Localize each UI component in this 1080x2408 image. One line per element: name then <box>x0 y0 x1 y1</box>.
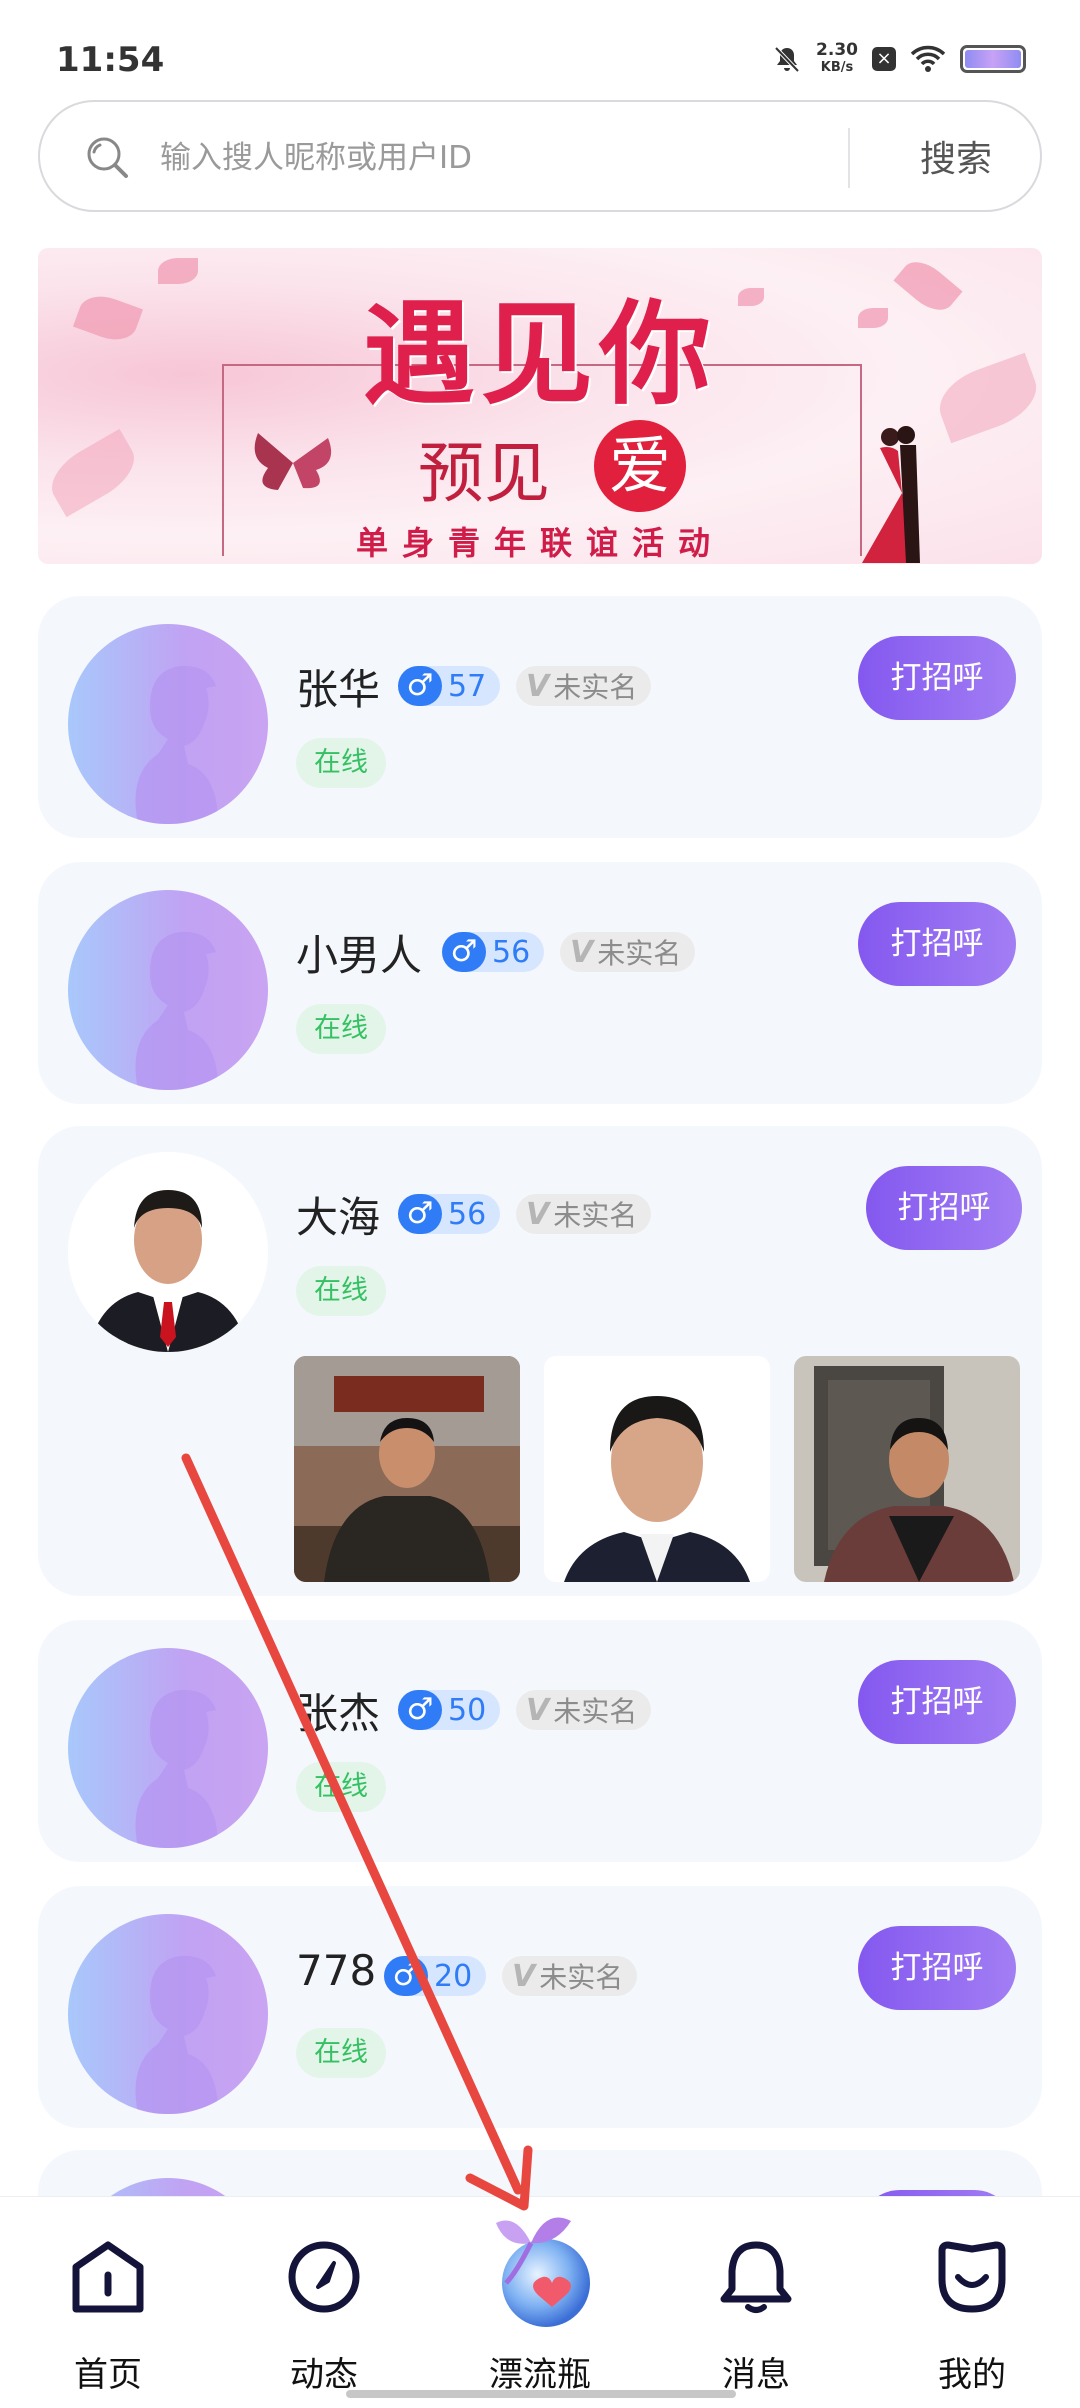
nav-item-drift-bottle[interactable]: 漂流瓶 <box>460 2197 620 2408</box>
user-card[interactable]: 张杰 ♂ 50 V 未实名 在线 打招呼 <box>38 1620 1042 1862</box>
greet-button[interactable]: 打招呼 <box>858 636 1016 720</box>
verify-v-icon: V <box>526 1196 550 1232</box>
default-avatar[interactable] <box>68 1914 268 2114</box>
user-card[interactable]: 大海 ♂ 56 V 未实名 在线 打招呼 <box>38 1126 1042 1596</box>
battery-icon <box>960 45 1026 73</box>
verify-v-icon: V <box>526 668 550 704</box>
mute-bell-icon <box>774 46 800 73</box>
user-name: 张华 <box>296 665 381 714</box>
nav-item-messages[interactable]: 消息 <box>676 2197 836 2408</box>
default-avatar[interactable] <box>68 1648 268 1848</box>
verification-badge: V 未实名 <box>516 666 652 706</box>
online-status: 在线 <box>296 1266 386 1316</box>
gender-age-badge: ♂ 20 <box>384 1956 487 1996</box>
nav-item-mine[interactable]: 我的 <box>892 2197 1052 2408</box>
home-indicator <box>346 2390 736 2398</box>
nav-label: 漂流瓶 <box>489 2355 591 2395</box>
gender-age-badge: ♂ 57 <box>398 666 501 706</box>
net-speed-value: 2.30 <box>816 40 858 60</box>
nav-label: 消息 <box>722 2355 790 2395</box>
default-avatar[interactable] <box>68 624 268 824</box>
male-icon: ♂ <box>384 1956 428 1996</box>
verify-status: 未实名 <box>553 671 638 704</box>
search-divider <box>848 128 850 188</box>
user-name: 778 <box>296 1946 377 1995</box>
notification-x-icon: × <box>872 47 896 71</box>
album-photo[interactable] <box>294 1356 520 1582</box>
verify-v-icon: V <box>512 1958 536 1994</box>
verify-v-icon: V <box>570 934 594 970</box>
greet-button[interactable]: 打招呼 <box>866 1166 1022 1250</box>
male-icon: ♂ <box>442 932 486 972</box>
male-icon: ♂ <box>398 1690 442 1730</box>
online-status: 在线 <box>296 1004 386 1054</box>
banner-subtitle-highlight: 爱 <box>594 420 686 512</box>
gender-age-badge: ♂ 56 <box>398 1194 501 1234</box>
default-avatar[interactable] <box>68 890 268 1090</box>
verification-badge: V 未实名 <box>516 1690 652 1730</box>
nav-item-home[interactable]: 首页 <box>28 2197 188 2408</box>
user-card[interactable]: 张华 ♂ 57 V 未实名 在线 打招呼 <box>38 596 1042 838</box>
promo-banner[interactable]: 遇见你 预见 爱 单身青年联谊活动 <box>38 248 1042 564</box>
profile-icon <box>938 2241 1006 2313</box>
user-name: 小男人 <box>296 931 423 980</box>
greet-button[interactable]: 打招呼 <box>858 1926 1016 2010</box>
user-photo-avatar[interactable] <box>68 1152 268 1352</box>
user-age: 56 <box>492 934 531 970</box>
online-status: 在线 <box>296 1762 386 1812</box>
album-photo[interactable] <box>794 1356 1020 1582</box>
verify-status: 未实名 <box>597 937 682 970</box>
album-photo[interactable] <box>544 1356 770 1582</box>
greet-button[interactable]: 打招呼 <box>858 1660 1016 1744</box>
banner-caption: 单身青年联谊活动 <box>355 524 724 562</box>
user-age: 50 <box>448 1692 487 1728</box>
status-time: 11:54 <box>56 40 165 80</box>
compass-icon <box>288 2241 360 2313</box>
gender-age-badge: ♂ 50 <box>398 1690 501 1730</box>
verify-v-icon: V <box>526 1692 550 1728</box>
net-speed: 2.30 KB/s <box>816 42 858 76</box>
greet-button[interactable]: 打招呼 <box>858 902 1016 986</box>
wifi-icon <box>910 45 946 72</box>
butterfly-icon <box>254 433 332 490</box>
verify-status: 未实名 <box>539 1961 624 1994</box>
net-speed-unit: KB/s <box>820 60 854 75</box>
user-age: 57 <box>448 668 487 704</box>
verify-status: 未实名 <box>553 1199 638 1232</box>
verification-badge: V 未实名 <box>502 1956 638 1996</box>
bottom-nav: 首页 动态 漂流瓶 消息 我的 <box>0 2196 1080 2408</box>
nav-item-moments[interactable]: 动态 <box>244 2197 404 2408</box>
nav-label: 动态 <box>290 2355 358 2395</box>
bell-icon <box>720 2241 792 2313</box>
user-card[interactable]: 778 ♂ 20 V 未实名 在线 打招呼 <box>38 1886 1042 2128</box>
verification-badge: V 未实名 <box>516 1194 652 1234</box>
nav-label: 首页 <box>74 2355 142 2395</box>
user-card[interactable]: 小男人 ♂ 56 V 未实名 在线 打招呼 <box>38 862 1042 1104</box>
user-name: 大海 <box>296 1193 381 1242</box>
user-age: 20 <box>434 1958 473 1994</box>
online-status: 在线 <box>296 2028 386 2078</box>
drift-bottle-icon <box>496 2217 590 2327</box>
online-status: 在线 <box>296 738 386 788</box>
male-icon: ♂ <box>398 1194 442 1234</box>
verification-badge: V 未实名 <box>560 932 696 972</box>
status-icons: 2.30 KB/s × <box>772 42 1026 76</box>
search-icon <box>87 137 128 178</box>
home-icon <box>72 2241 144 2313</box>
gender-age-badge: ♂ 56 <box>442 932 545 972</box>
search-bar: 搜索 <box>38 100 1042 212</box>
male-icon: ♂ <box>398 666 442 706</box>
nav-label: 我的 <box>938 2355 1006 2395</box>
search-button[interactable]: 搜索 <box>870 102 1042 210</box>
user-name: 张杰 <box>296 1689 381 1738</box>
user-age: 56 <box>448 1196 487 1232</box>
search-input[interactable] <box>160 132 860 184</box>
banner-title: 遇见你 <box>363 289 717 420</box>
banner-subtitle: 预见 <box>418 435 550 512</box>
verify-status: 未实名 <box>553 1695 638 1728</box>
